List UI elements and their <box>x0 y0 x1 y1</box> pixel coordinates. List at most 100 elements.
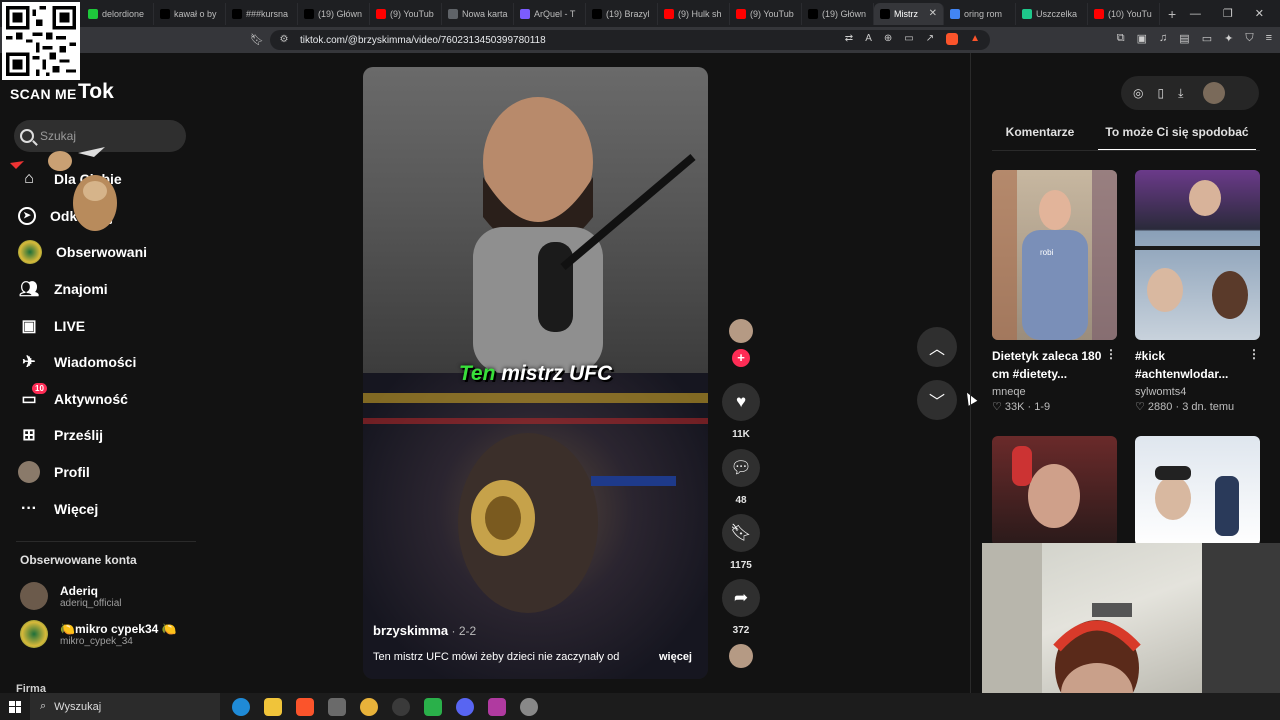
followed-account[interactable]: 🍋mikro cypek34 🍋 mikro_cypek_34 <box>20 617 210 651</box>
browser-tab[interactable]: (19) Główn <box>802 2 874 25</box>
translate-icon[interactable]: ⇄ <box>845 33 853 45</box>
video-thumbnail[interactable]: robi <box>992 170 1117 340</box>
recommended-video-card[interactable] <box>1135 436 1260 546</box>
brave-shields-icon[interactable] <box>946 33 959 45</box>
sidebar-item-messages[interactable]: ✈︎ Wiadomości <box>0 344 200 381</box>
extension-icon[interactable]: ⧉ <box>1117 32 1125 45</box>
browser-tab[interactable]: (9) YouTub <box>370 2 442 25</box>
wallet-icon[interactable]: ▭ <box>1202 32 1212 45</box>
share-action[interactable]: ➦ 372 <box>720 579 762 636</box>
browser-tab[interactable]: (9) Hulk sh <box>658 2 730 25</box>
address-bar[interactable]: ⚙ tiktok.com/@brzyskimma/video/760231345… <box>270 30 990 50</box>
menu-icon[interactable]: ≡ <box>1266 32 1272 45</box>
tab-label: ArQuel - T <box>534 8 576 19</box>
minimize-icon[interactable]: — <box>1190 8 1201 20</box>
settings-icon[interactable] <box>520 697 538 716</box>
upload-icon: ⊞ <box>22 427 36 445</box>
sidebar-icon[interactable]: ▤ <box>1179 32 1189 45</box>
close-tab-icon[interactable]: ✕ <box>929 8 937 19</box>
video-thumbnail[interactable] <box>1135 436 1260 546</box>
video-player[interactable]: Ten mistrz UFC brzyskimma · 2-2 Ten mist… <box>363 67 708 679</box>
media-player-icon[interactable] <box>424 697 442 716</box>
heart-icon[interactable]: ♥ <box>722 383 760 421</box>
browser-tab[interactable]: (19) Brazyl <box>586 2 658 25</box>
explore-icon[interactable]: ◎ <box>1133 86 1143 100</box>
leo-ai-icon[interactable]: ✦ <box>1224 32 1233 45</box>
browser-tab[interactable]: Uszczelka <box>1016 2 1088 25</box>
follow-plus-icon[interactable]: + <box>732 349 750 367</box>
browser-tab[interactable]: (9) YouTub <box>730 2 802 25</box>
brave-icon[interactable] <box>296 697 314 716</box>
zoom-icon[interactable]: ⊕ <box>884 33 892 45</box>
browser-tab[interactable]: ArQuel - T <box>514 2 586 25</box>
restore-icon[interactable]: ❐ <box>1223 7 1233 20</box>
obs-icon[interactable] <box>392 697 410 716</box>
top-right-actions: ◎ ▯ ⤓ <box>1121 76 1259 110</box>
previous-video-button[interactable]: ︿ <box>917 327 957 367</box>
url-text[interactable]: tiktok.com/@brzyskimma/video/76023134503… <box>300 35 546 46</box>
video-description: Ten mistrz UFC mówi żeby dzieci nie zacz… <box>373 651 620 663</box>
next-video-button[interactable]: ﹀ <box>917 380 957 420</box>
file-explorer-icon[interactable] <box>264 697 282 716</box>
browser-tab[interactable]: ###kursna <box>226 2 298 25</box>
browser-tab[interactable]: Nowa karta <box>442 2 514 25</box>
language-icon[interactable]: A <box>865 33 872 45</box>
more-options-icon[interactable]: ⋮ <box>1248 347 1260 361</box>
brave-rewards-icon[interactable]: ▲ <box>970 33 980 45</box>
card-title[interactable]: #kick #achtenwlodar... <box>1135 347 1260 383</box>
card-author[interactable]: mneqe <box>992 386 1117 398</box>
save-action[interactable]: 🔖︎ 1175 <box>720 514 762 571</box>
messages-icon: ✈︎ <box>22 354 36 372</box>
like-action[interactable]: ♥ 11K <box>720 383 762 440</box>
bookmark-save-icon[interactable]: 🔖︎ <box>722 514 760 552</box>
discord-icon[interactable] <box>456 697 474 716</box>
chrome-icon[interactable] <box>360 697 378 716</box>
close-window-icon[interactable]: ✕ <box>1255 7 1264 20</box>
vpn-icon[interactable]: ⛉ <box>1245 32 1253 45</box>
start-button[interactable] <box>0 700 30 713</box>
browser-tab[interactable]: oring rom <box>944 2 1016 25</box>
recommended-video-card[interactable]: #kick #achtenwlodar... sylwomts4 ♡ 2880 … <box>1135 170 1260 413</box>
more-options-icon[interactable]: ⋮ <box>1105 347 1117 361</box>
download-icon[interactable]: ⤓ <box>1178 86 1183 101</box>
browser-tab[interactable]: (10) YouTu <box>1088 2 1160 25</box>
user-avatar[interactable] <box>1203 82 1226 104</box>
followed-account[interactable]: Aderiq aderiq_official <box>20 579 210 613</box>
browser-tab[interactable]: kawał o by <box>154 2 226 25</box>
share-icon[interactable]: ↗ <box>926 33 934 45</box>
sidebar-item-friends[interactable]: 👥︎ Znajomi <box>0 271 200 308</box>
sidebar-item-live[interactable]: ▣ LIVE <box>0 307 200 344</box>
site-info-icon[interactable]: ⚙ <box>278 34 290 46</box>
sidebar-item-upload[interactable]: ⊞ Prześlij <box>0 417 200 454</box>
recommended-video-card[interactable] <box>992 436 1117 546</box>
comment-action[interactable]: 💬︎ 48 <box>720 449 762 506</box>
sidebar-item-label: Prześlij <box>54 427 104 444</box>
video-thumbnail[interactable] <box>1135 170 1260 340</box>
app-icon[interactable] <box>488 697 506 716</box>
taskbar-search[interactable]: ⌕ Wyszukaj <box>30 693 220 720</box>
browser-tab[interactable]: delordione <box>82 2 154 25</box>
comment-icon[interactable]: 💬︎ <box>722 449 760 487</box>
edge-icon[interactable] <box>232 697 250 716</box>
phone-icon[interactable]: ▯ <box>1157 86 1164 100</box>
browser-tab[interactable]: (19) Główn <box>298 2 370 25</box>
sidebar-item-profile[interactable]: Profil <box>0 454 200 491</box>
recommended-video-card[interactable]: robi Dietetyk zaleca 180 cm #dietety... … <box>992 170 1117 413</box>
card-title[interactable]: Dietetyk zaleca 180 cm #dietety... <box>992 347 1117 383</box>
video-author[interactable]: brzyskimma · 2-2 <box>373 623 476 638</box>
music-icon[interactable]: ♫ <box>1159 32 1167 45</box>
sidebar-item-activity[interactable]: ▭ 10 Aktywność <box>0 381 200 418</box>
more-button[interactable]: więcej <box>659 651 692 663</box>
screenshot-icon[interactable]: ▣ <box>1137 32 1147 45</box>
video-thumbnail[interactable] <box>992 436 1117 546</box>
bookmark-icon[interactable]: 🔖︎ <box>250 33 264 46</box>
tab-comments[interactable]: Komentarze <box>992 125 1088 151</box>
card-author[interactable]: sylwomts4 <box>1135 386 1260 398</box>
sidebar-item-more[interactable]: ··· Więcej <box>0 490 200 527</box>
browser-tab[interactable]: Mistrz ✕ <box>874 2 944 25</box>
cast-icon[interactable]: ▭ <box>904 33 913 45</box>
app-icon[interactable] <box>328 697 346 716</box>
share-arrow-icon[interactable]: ➦ <box>722 579 760 617</box>
new-tab-button[interactable]: + <box>1168 6 1176 22</box>
tab-you-may-like[interactable]: To może Ci się spodobać <box>1098 125 1256 151</box>
